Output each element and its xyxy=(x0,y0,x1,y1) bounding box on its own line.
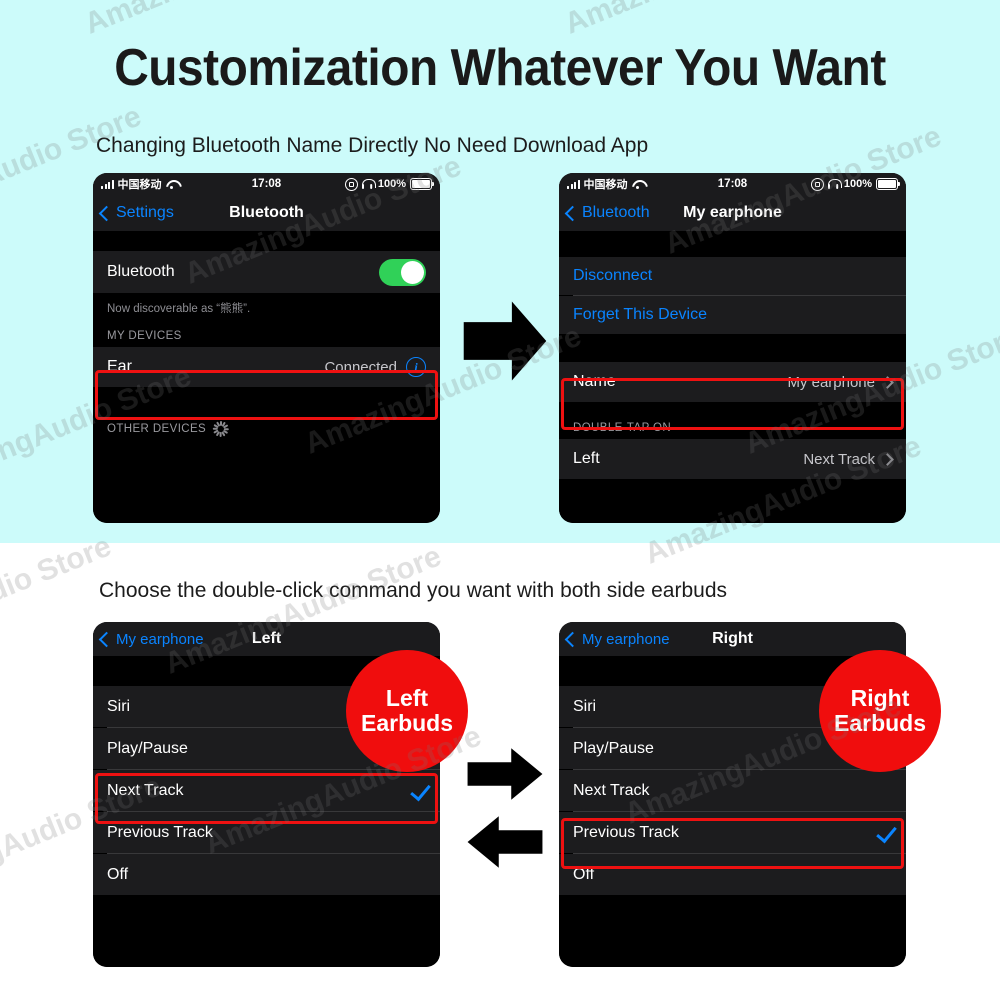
toggle-knob xyxy=(401,260,424,284)
badge-line-1: Left xyxy=(385,685,429,712)
nav-bar: My earphone Right xyxy=(559,622,906,656)
left-earbud-row[interactable]: Left Next Track xyxy=(559,439,906,479)
double-tap-header: DOUBLE-TAP ON xyxy=(559,402,906,439)
option-label: Play/Pause xyxy=(107,739,188,757)
left-value: Next Track xyxy=(803,450,875,468)
chevron-right-icon xyxy=(881,375,894,389)
chevron-left-icon xyxy=(564,631,581,647)
bluetooth-toggle-row[interactable]: Bluetooth xyxy=(93,251,440,293)
rotation-lock-icon xyxy=(810,177,824,191)
badge-line-2: Earbuds xyxy=(833,710,927,736)
forget-device-label: Forget This Device xyxy=(573,306,707,323)
promo-infographic: Customization Whatever You Want Changing… xyxy=(0,0,1000,1000)
signal-bars-icon xyxy=(567,179,580,189)
wifi-icon xyxy=(166,179,178,189)
back-button-label: My earphone xyxy=(116,630,204,648)
back-button-my-earphone[interactable]: My earphone xyxy=(98,630,204,648)
battery-percent-label: 100% xyxy=(843,178,872,190)
nav-bar: Bluetooth My earphone xyxy=(559,195,906,231)
option-row-off[interactable]: Off xyxy=(559,854,906,895)
arrow-right-icon xyxy=(466,746,544,802)
badge-line-2: Earbuds xyxy=(360,710,454,736)
back-button-label: Settings xyxy=(116,204,174,221)
chevron-left-icon xyxy=(98,631,115,647)
headphones-icon xyxy=(827,179,842,189)
bluetooth-toggle[interactable] xyxy=(379,258,426,286)
section-1-subtitle: Changing Bluetooth Name Directly No Need… xyxy=(96,134,649,157)
option-row-next-track[interactable]: Next Track xyxy=(559,770,906,811)
option-label: Next Track xyxy=(107,781,184,799)
back-button-bluetooth[interactable]: Bluetooth xyxy=(564,204,650,222)
earphone-detail-list: Disconnect Forget This Device Name My ea… xyxy=(559,231,906,523)
discoverable-caption: Now discoverable as “熊熊”. xyxy=(93,293,440,320)
battery-percent-label: 100% xyxy=(377,178,406,190)
my-devices-header-label: MY DEVICES xyxy=(107,330,182,342)
info-icon[interactable]: i xyxy=(406,357,426,377)
option-label: Previous Track xyxy=(107,823,213,841)
battery-icon xyxy=(410,178,434,190)
phone-earphone-detail: 中国移动 17:08 100% Bluetooth My earphone Di… xyxy=(559,173,906,523)
back-button-label: Bluetooth xyxy=(582,204,650,221)
loading-spinner-icon xyxy=(212,421,229,437)
disconnect-row[interactable]: Disconnect xyxy=(559,257,906,295)
chevron-left-icon xyxy=(98,205,115,221)
option-row-previous-track[interactable]: Previous Track xyxy=(559,812,906,853)
option-row-next-track[interactable]: Next Track xyxy=(93,770,440,811)
option-row-off[interactable]: Off xyxy=(93,854,440,895)
back-button-settings[interactable]: Settings xyxy=(98,204,174,222)
status-bar: 中国移动 17:08 100% xyxy=(93,173,440,195)
settings-list: Bluetooth Now discoverable as “熊熊”. MY D… xyxy=(93,231,440,523)
headphones-icon xyxy=(361,179,376,189)
checkmark-icon xyxy=(876,821,897,844)
chevron-right-icon xyxy=(881,452,894,466)
bluetooth-label: Bluetooth xyxy=(107,263,175,280)
arrow-left-icon xyxy=(466,814,544,870)
option-label: Off xyxy=(573,865,595,883)
option-label: Previous Track xyxy=(573,823,679,841)
option-label: Siri xyxy=(573,697,597,715)
double-tap-header-label: DOUBLE-TAP ON xyxy=(573,422,672,434)
carrier-label: 中国移动 xyxy=(583,179,628,191)
option-label: Off xyxy=(107,865,129,883)
option-label: Siri xyxy=(107,697,131,715)
left-label: Left xyxy=(573,450,600,467)
signal-bars-icon xyxy=(101,179,114,189)
badge-right-earbuds: Right Earbuds xyxy=(819,650,941,772)
page-title: Customization Whatever You Want xyxy=(114,39,886,97)
section-2-subtitle: Choose the double-click command you want… xyxy=(99,579,728,602)
name-value: My earphone xyxy=(787,373,875,391)
checkmark-icon xyxy=(410,779,431,802)
rotation-lock-icon xyxy=(344,177,358,191)
list-spacer xyxy=(559,231,906,257)
disconnect-label: Disconnect xyxy=(573,267,653,284)
nav-bar: My earphone Left xyxy=(93,622,440,656)
badge-left-earbuds: Left Earbuds xyxy=(346,650,468,772)
my-devices-header: MY DEVICES xyxy=(93,320,440,347)
forget-device-row[interactable]: Forget This Device xyxy=(559,296,906,334)
chevron-left-icon xyxy=(564,205,581,221)
battery-icon xyxy=(876,178,900,190)
badge-line-1: Right xyxy=(850,685,910,712)
option-label: Next Track xyxy=(573,781,650,799)
back-button-my-earphone[interactable]: My earphone xyxy=(564,630,670,648)
wifi-icon xyxy=(632,179,644,189)
other-devices-header-label: OTHER DEVICES xyxy=(107,423,207,435)
arrow-right-icon xyxy=(462,298,548,384)
option-label: Play/Pause xyxy=(573,739,654,757)
name-row[interactable]: Name My earphone xyxy=(559,362,906,402)
carrier-label: 中国移动 xyxy=(117,179,162,191)
option-row-previous-track[interactable]: Previous Track xyxy=(93,812,440,853)
back-button-label: My earphone xyxy=(582,630,670,648)
device-name-label: Ear xyxy=(107,358,132,375)
device-row-ear[interactable]: Ear Connected i xyxy=(93,347,440,387)
status-bar: 中国移动 17:08 100% xyxy=(559,173,906,195)
nav-bar: Settings Bluetooth xyxy=(93,195,440,231)
list-spacer xyxy=(559,334,906,362)
phone-bluetooth-settings: 中国移动 17:08 100% Settings Bluetooth Bluet… xyxy=(93,173,440,523)
list-spacer xyxy=(93,231,440,251)
device-status-label: Connected xyxy=(324,358,397,376)
other-devices-header: OTHER DEVICES xyxy=(93,387,440,442)
name-label: Name xyxy=(573,373,616,390)
